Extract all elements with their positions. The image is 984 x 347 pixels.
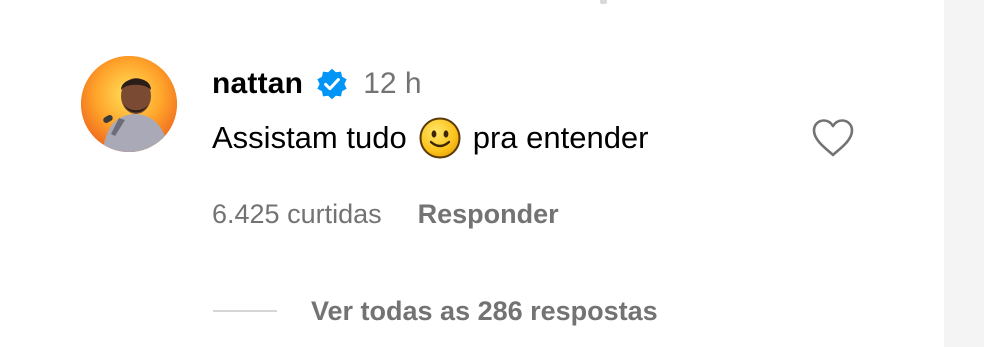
username-link[interactable]: nattan — [212, 67, 303, 101]
replies-divider-line — [213, 310, 277, 312]
verified-badge-icon — [317, 68, 347, 100]
scrollbar-track[interactable] — [944, 0, 984, 347]
heart-outline-icon[interactable] — [808, 115, 858, 161]
comment-body: Assistam tudo pra entender — [212, 115, 649, 161]
view-replies-button[interactable]: Ver todas as 286 respostas — [213, 290, 658, 332]
likes-count[interactable]: 6.425 curtidas — [212, 199, 382, 230]
comment-timestamp[interactable]: 12 h — [363, 67, 421, 101]
comment-text-part-1: Assistam tudo — [212, 120, 407, 155]
avatar-photo — [81, 56, 177, 152]
comment-header: nattan 12 h — [212, 62, 422, 106]
slightly-smiling-face-emoji — [419, 117, 461, 159]
view-replies-label: Ver todas as 286 respostas — [311, 295, 658, 326]
user-avatar[interactable] — [81, 56, 177, 152]
comment-item: nattan 12 h Assistam tudo pra entender 6… — [0, 0, 944, 347]
comment-meta: 6.425 curtidas Responder — [212, 194, 559, 234]
comment-text-part-2: pra entender — [472, 120, 649, 155]
reply-button[interactable]: Responder — [418, 199, 559, 230]
